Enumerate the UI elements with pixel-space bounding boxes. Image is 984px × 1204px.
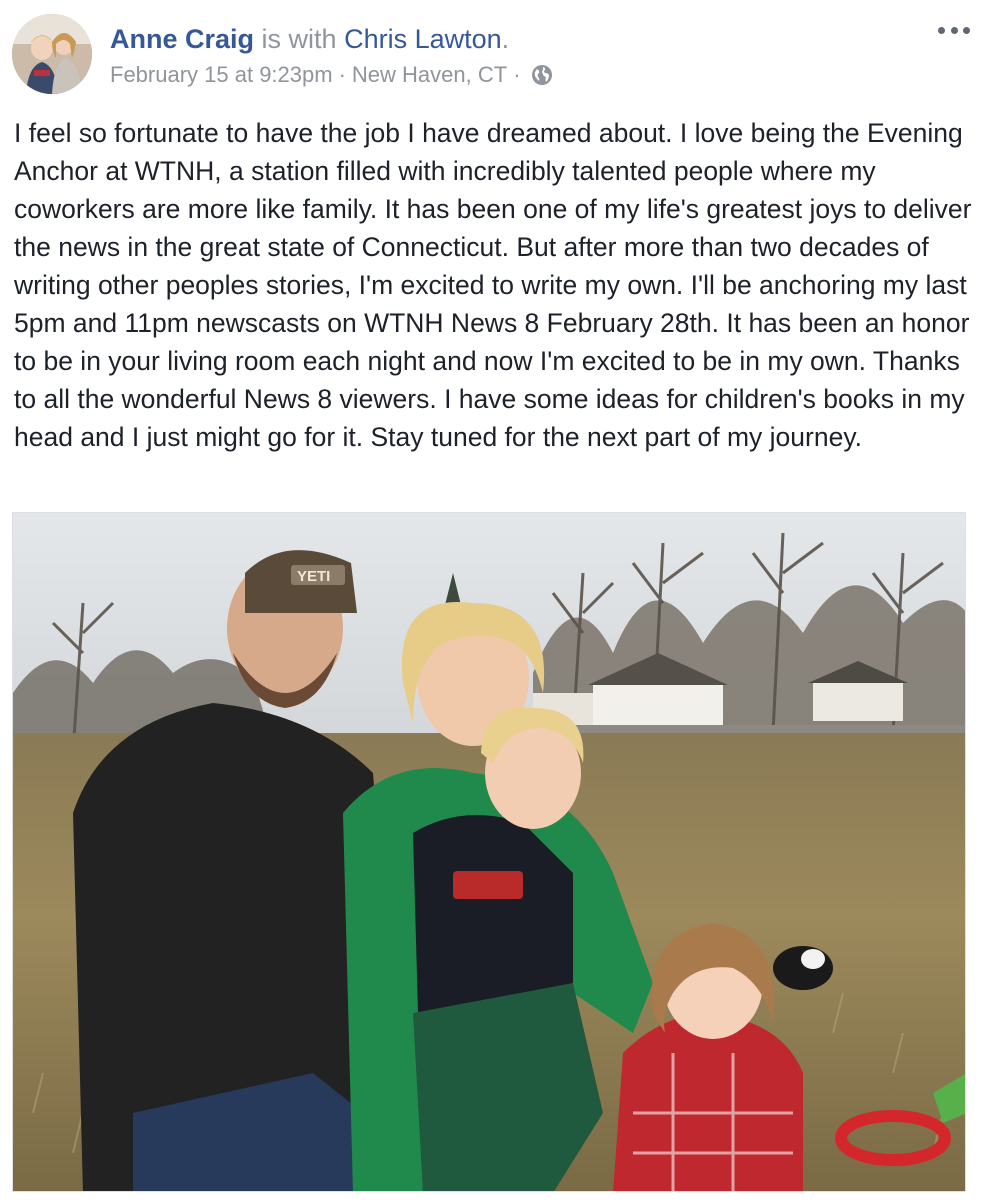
tagged-user-link[interactable]: Chris Lawton	[344, 24, 502, 54]
post-title-line: Anne Craig is with Chris Lawton.	[110, 22, 509, 56]
with-text: is with	[261, 24, 337, 54]
globe-icon[interactable]	[531, 64, 553, 86]
author-name-link[interactable]: Anne Craig	[110, 24, 254, 54]
more-options-icon[interactable]	[938, 20, 970, 40]
author-avatar[interactable]	[12, 14, 92, 94]
post-body-text: I feel so fortunate to have the job I ha…	[14, 118, 972, 452]
post-header: Anne Craig is with Chris Lawton. Februar…	[0, 0, 984, 110]
hat-logo: YETI	[297, 568, 330, 585]
location-link[interactable]: New Haven, CT	[352, 60, 507, 90]
meta-separator: ·	[513, 62, 521, 87]
post-meta: February 15 at 9:23pm · New Haven, CT ·	[110, 60, 553, 90]
title-period: .	[501, 24, 510, 54]
meta-separator: ·	[338, 62, 346, 87]
post-photo[interactable]: YETI	[12, 512, 966, 1192]
post-timestamp-link[interactable]: February 15 at 9:23pm	[110, 60, 333, 90]
